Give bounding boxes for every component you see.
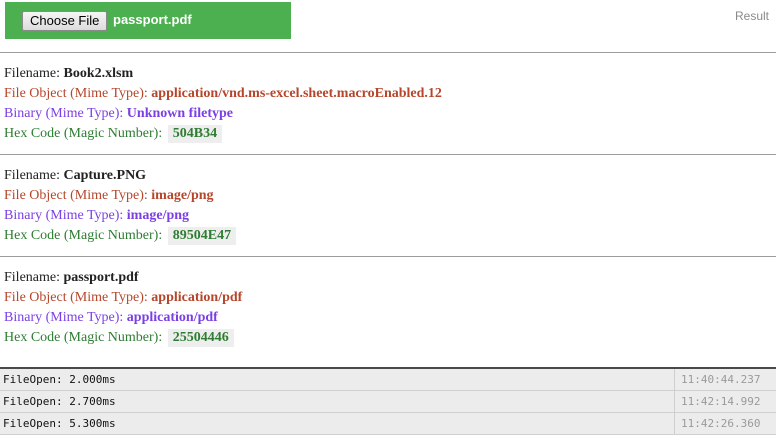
console-row: FileOpen: 5.300ms 11:42:26.360 <box>0 413 776 435</box>
binary-value: application/pdf <box>126 310 218 325</box>
hex-label: Hex Code (Magic Number): <box>4 228 163 243</box>
file-object-value: application/pdf <box>151 290 243 305</box>
hex-label: Hex Code (Magic Number): <box>4 126 163 141</box>
binary-line: Binary (Mime Type): application/pdf <box>4 308 776 328</box>
filename-value: Capture.PNG <box>63 168 147 183</box>
console-timestamp: 11:40:44.237 <box>674 369 771 391</box>
file-object-line: File Object (Mime Type): application/vnd… <box>4 84 776 104</box>
filename-label: Filename: <box>4 270 60 285</box>
chosen-file-name: passport.pdf <box>113 12 192 27</box>
binary-value: Unknown filetype <box>126 106 233 121</box>
file-object-label: File Object (Mime Type): <box>4 188 148 203</box>
file-result-block: Filename: Capture.PNG File Object (Mime … <box>0 154 776 256</box>
console-timestamp: 11:42:26.360 <box>674 413 771 435</box>
file-object-label: File Object (Mime Type): <box>4 86 148 101</box>
choose-file-button[interactable]: Choose File <box>22 11 108 31</box>
hex-label: Hex Code (Magic Number): <box>4 330 163 345</box>
binary-label: Binary (Mime Type): <box>4 106 124 121</box>
filename-line: Filename: Book2.xlsm <box>4 64 776 84</box>
hex-value: 89504E47 <box>167 227 237 245</box>
binary-value: image/png <box>126 208 190 223</box>
filename-line: Filename: Capture.PNG <box>4 166 776 186</box>
hex-line: Hex Code (Magic Number): 504B34 <box>4 124 776 144</box>
hex-line: Hex Code (Magic Number): 25504446 <box>4 328 776 348</box>
results-output: Filename: Book2.xlsm File Object (Mime T… <box>0 52 776 358</box>
console-panel: FileOpen: 2.000ms 11:40:44.237 FileOpen:… <box>0 367 776 438</box>
binary-label: Binary (Mime Type): <box>4 310 124 325</box>
hex-line: Hex Code (Magic Number): 89504E47 <box>4 226 776 246</box>
filename-value: passport.pdf <box>63 270 139 285</box>
file-object-label: File Object (Mime Type): <box>4 290 148 305</box>
file-object-line: File Object (Mime Type): application/pdf <box>4 288 776 308</box>
console-message: FileOpen: 2.700ms <box>3 395 116 408</box>
binary-line: Binary (Mime Type): image/png <box>4 206 776 226</box>
hex-value: 25504446 <box>167 329 234 347</box>
binary-label: Binary (Mime Type): <box>4 208 124 223</box>
result-label: Result <box>734 9 769 23</box>
filename-label: Filename: <box>4 168 60 183</box>
console-message: FileOpen: 2.000ms <box>3 373 116 386</box>
file-picker-bar: Choose File passport.pdf <box>5 2 291 39</box>
file-object-line: File Object (Mime Type): image/png <box>4 186 776 206</box>
console-row: FileOpen: 2.000ms 11:40:44.237 <box>0 369 776 391</box>
console-row: FileOpen: 2.700ms 11:42:14.992 <box>0 391 776 413</box>
console-message: FileOpen: 5.300ms <box>3 417 116 430</box>
filename-label: Filename: <box>4 66 60 81</box>
file-object-value: image/png <box>151 188 214 203</box>
file-object-value: application/vnd.ms-excel.sheet.macroEnab… <box>151 86 442 101</box>
hex-value: 504B34 <box>167 125 223 143</box>
console-timestamp: 11:42:14.992 <box>674 391 771 413</box>
binary-line: Binary (Mime Type): Unknown filetype <box>4 104 776 124</box>
filename-value: Book2.xlsm <box>63 66 134 81</box>
file-result-block: Filename: passport.pdf File Object (Mime… <box>0 256 776 358</box>
filename-line: Filename: passport.pdf <box>4 268 776 288</box>
file-result-block: Filename: Book2.xlsm File Object (Mime T… <box>0 52 776 154</box>
